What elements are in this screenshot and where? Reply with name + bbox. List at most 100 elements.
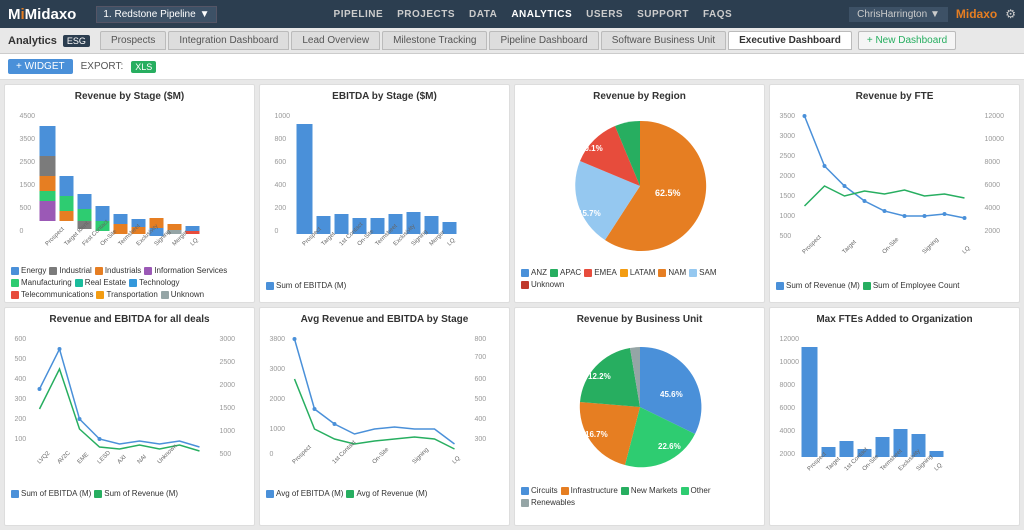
nav-users[interactable]: USERS	[586, 9, 623, 20]
revenue-by-region-chart: Revenue by Region 62.5% 15.7% 10.1% ANZ …	[514, 84, 765, 303]
svg-text:Prospect: Prospect	[45, 226, 66, 247]
svg-text:8000: 8000	[985, 159, 1001, 166]
svg-text:LQ: LQ	[190, 237, 200, 247]
svg-text:800: 800	[275, 136, 287, 143]
svg-text:LVQ2: LVQ2	[37, 450, 52, 465]
excel-export-btn[interactable]: XLS	[131, 61, 156, 73]
svg-text:1000: 1000	[275, 113, 291, 120]
bu-pie-svg: 45.6% 22.6% 16.7% 12.2%	[570, 337, 710, 477]
tab-pipeline[interactable]: Pipeline Dashboard	[489, 31, 598, 50]
dropdown-icon: ▼	[200, 9, 210, 20]
svg-text:16.7%: 16.7%	[585, 430, 608, 439]
svg-text:3000: 3000	[220, 336, 236, 343]
svg-text:1000: 1000	[220, 428, 236, 435]
svg-text:200: 200	[15, 416, 27, 423]
svg-text:62.5%: 62.5%	[655, 188, 681, 198]
chart-title-fte: Revenue by FTE	[776, 91, 1013, 102]
svg-text:Signing: Signing	[922, 237, 940, 255]
svg-text:2000: 2000	[780, 451, 796, 458]
svg-text:3500: 3500	[20, 136, 36, 143]
svg-text:600: 600	[15, 336, 27, 343]
svg-text:Target: Target	[826, 456, 842, 472]
svg-text:Target: Target	[842, 239, 858, 255]
chart-title-revenue-stage: Revenue by Stage ($M)	[11, 91, 248, 102]
chart-title-region: Revenue by Region	[521, 91, 758, 102]
pipeline-selector[interactable]: 1. Redstone Pipeline ▼	[96, 6, 216, 23]
svg-text:LQ: LQ	[447, 237, 457, 247]
svg-text:2000: 2000	[220, 382, 236, 389]
svg-text:1500: 1500	[780, 193, 796, 200]
svg-text:2500: 2500	[220, 359, 236, 366]
user-menu[interactable]: ChrisHarrington ▼	[849, 7, 948, 22]
svg-text:45.6%: 45.6%	[660, 390, 683, 399]
fte-svg: 3500 3000 2500 2000 1500 1000 500 12000 …	[776, 106, 1013, 276]
svg-text:4000: 4000	[780, 428, 796, 435]
avg-revenue-ebitda-chart: Avg Revenue and EBITDA by Stage 3800 300…	[259, 307, 510, 526]
svg-text:1000: 1000	[270, 426, 286, 433]
svg-text:22.6%: 22.6%	[658, 442, 681, 451]
svg-text:15.7%: 15.7%	[578, 209, 601, 218]
svg-text:AV2C: AV2C	[57, 450, 72, 465]
tab-prospects[interactable]: Prospects	[100, 31, 166, 50]
svg-text:2000: 2000	[270, 396, 286, 403]
bu-legend: Circuits Infrastructure New Markets Othe…	[521, 486, 758, 507]
nav-support[interactable]: SUPPORT	[637, 9, 689, 20]
svg-text:3000: 3000	[270, 366, 286, 373]
revenue-stage-svg: 4500 3500 2500 1500 500 0	[11, 106, 248, 261]
max-ftes-chart: Max FTEs Added to Organization 12000 100…	[769, 307, 1020, 526]
revenue-by-bu-chart: Revenue by Business Unit 45.6% 22.6% 16.…	[514, 307, 765, 526]
top-navigation: MiMidaxo 1. Redstone Pipeline ▼ PIPELINE…	[0, 0, 1024, 28]
nav-faqs[interactable]: FAQS	[703, 9, 732, 20]
svg-text:2000: 2000	[780, 173, 796, 180]
svg-text:1500: 1500	[220, 405, 236, 412]
revenue-by-fte-chart: Revenue by FTE 3500 3000 2500 2000 1500 …	[769, 84, 1020, 303]
svg-text:1st Contact: 1st Contact	[332, 439, 358, 465]
chart-title-avg: Avg Revenue and EBITDA by Stage	[266, 314, 503, 325]
svg-text:10.1%: 10.1%	[580, 144, 603, 153]
svg-text:400: 400	[15, 376, 27, 383]
dashboard: Revenue by Stage ($M) 4500 3500 2500 150…	[0, 80, 1024, 530]
toolbar: + WIDGET EXPORT: XLS	[0, 54, 1024, 80]
tab-milestone[interactable]: Milestone Tracking	[382, 31, 487, 50]
svg-text:500: 500	[780, 233, 792, 240]
svg-text:300: 300	[15, 396, 27, 403]
svg-text:EME: EME	[77, 452, 90, 465]
new-dashboard-btn[interactable]: + New Dashboard	[858, 31, 956, 50]
ebitda-by-stage-chart: EBITDA by Stage ($M) 1000 800 600 400 20…	[259, 84, 510, 303]
chart-title-ebitda-stage: EBITDA by Stage ($M)	[266, 91, 503, 102]
tab-integration[interactable]: Integration Dashboard	[168, 31, 289, 50]
svg-text:0: 0	[20, 228, 24, 235]
tab-lead-overview[interactable]: Lead Overview	[291, 31, 380, 50]
svg-text:AXI: AXI	[117, 454, 128, 465]
svg-text:1000: 1000	[780, 213, 796, 220]
svg-text:3000: 3000	[780, 133, 796, 140]
settings-icon[interactable]: ⚙	[1005, 7, 1016, 21]
ebitda-legend: Sum of EBITDA (M)	[266, 281, 503, 290]
esg-badge: ESG	[63, 35, 90, 47]
chart-title-bu: Revenue by Business Unit	[521, 314, 758, 325]
svg-text:500: 500	[220, 451, 232, 458]
svg-text:On-Site: On-Site	[372, 446, 391, 465]
svg-text:400: 400	[275, 182, 287, 189]
nav-analytics[interactable]: ANALYTICS	[511, 9, 572, 20]
tab-executive[interactable]: Executive Dashboard	[728, 31, 852, 50]
nav-data[interactable]: DATA	[469, 9, 497, 20]
bu-pie-container: 45.6% 22.6% 16.7% 12.2%	[521, 329, 758, 484]
widget-button[interactable]: + WIDGET	[8, 59, 73, 74]
nav-projects[interactable]: PROJECTS	[397, 9, 455, 20]
svg-text:400: 400	[475, 416, 487, 423]
svg-text:LQ: LQ	[962, 245, 972, 255]
revenue-ebitda-all-deals-chart: Revenue and EBITDA for all deals 600 500…	[4, 307, 255, 526]
svg-text:2500: 2500	[780, 153, 796, 160]
tab-software-bu[interactable]: Software Business Unit	[601, 31, 726, 50]
svg-text:LESD: LESD	[97, 450, 113, 466]
svg-text:LQ: LQ	[452, 455, 462, 465]
svg-text:10000: 10000	[780, 359, 800, 366]
svg-text:700: 700	[475, 354, 487, 361]
svg-text:500: 500	[15, 356, 27, 363]
fte-legend: Sum of Revenue (M) Sum of Employee Count	[776, 281, 1013, 290]
svg-text:0: 0	[270, 451, 274, 458]
svg-text:600: 600	[275, 159, 287, 166]
nav-pipeline[interactable]: PIPELINE	[334, 9, 384, 20]
chart-title-all-deals: Revenue and EBITDA for all deals	[11, 314, 248, 325]
